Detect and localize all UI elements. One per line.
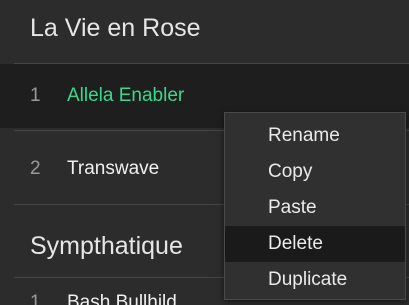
menu-item-delete[interactable]: Delete bbox=[225, 226, 405, 262]
bank-title: La Vie en Rose bbox=[0, 0, 409, 60]
menu-item-paste[interactable]: Paste bbox=[225, 190, 405, 226]
context-menu: Rename Copy Paste Delete Duplicate bbox=[224, 112, 406, 300]
preset-name: Allela Enabler bbox=[67, 85, 185, 106]
menu-item-rename[interactable]: Rename bbox=[225, 118, 405, 154]
preset-name: Bash Bullhild bbox=[67, 291, 177, 305]
menu-item-duplicate[interactable]: Duplicate bbox=[225, 262, 405, 298]
bank-title-label: La Vie en Rose bbox=[30, 14, 201, 42]
menu-item-copy[interactable]: Copy bbox=[225, 154, 405, 190]
preset-browser: La Vie en Rose 1 Allela Enabler 2 Transw… bbox=[0, 0, 409, 305]
preset-number: 1 bbox=[30, 85, 41, 106]
bank-title-label: Sympthatique bbox=[30, 232, 183, 260]
preset-name: Transwave bbox=[67, 158, 160, 179]
preset-number: 2 bbox=[30, 158, 41, 179]
preset-number: 1 bbox=[30, 291, 41, 305]
